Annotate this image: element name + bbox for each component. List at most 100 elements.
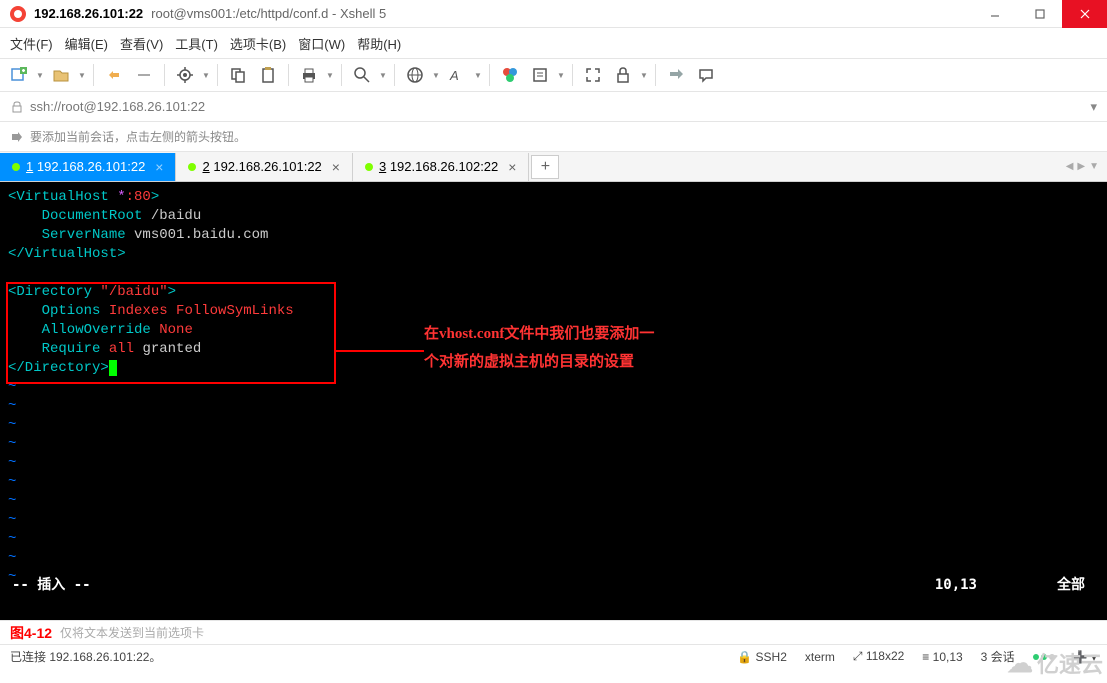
code: Indexes FollowSymLinks <box>109 303 294 319</box>
tab-menu-icon[interactable]: ▼ <box>1089 161 1099 172</box>
copy-icon[interactable] <box>225 62 251 88</box>
menubar: 文件(F) 编辑(E) 查看(V) 工具(T) 选项卡(B) 窗口(W) 帮助(… <box>0 28 1107 58</box>
title-path: root@vms001:/etc/httpd/conf.d - Xshell 5 <box>151 6 386 21</box>
code: > <box>168 284 176 300</box>
tilde: ~ <box>8 398 16 414</box>
tab-num: 1 <box>26 159 33 174</box>
address-dropdown-icon[interactable]: ▾ <box>1090 99 1097 115</box>
menu-help[interactable]: 帮助(H) <box>357 34 401 53</box>
dropdown-icon[interactable]: ▼ <box>474 71 482 80</box>
status-dot-icon <box>12 163 20 171</box>
code: <Directory <box>8 284 100 300</box>
address-text[interactable]: ssh://root@192.168.26.101:22 <box>30 99 205 114</box>
vim-status: -- 插入 -- 10,13 全部 <box>0 576 1107 596</box>
annotation-line: 个对新的虚拟主机的目录的设置 <box>424 348 654 376</box>
color-icon[interactable] <box>497 62 523 88</box>
tab-label: 192.168.26.102:22 <box>390 159 498 174</box>
tab-label: 192.168.26.101:22 <box>37 159 145 174</box>
status-dot-icon <box>365 163 373 171</box>
hint-text: 要添加当前会话，点击左侧的箭头按钮。 <box>30 128 246 145</box>
dropdown-icon[interactable]: ▼ <box>432 71 440 80</box>
code: </VirtualHost> <box>8 246 126 262</box>
annotation-text: 在vhost.conf文件中我们也要添加一 个对新的虚拟主机的目录的设置 <box>424 320 654 376</box>
tab-close-icon[interactable]: × <box>508 159 516 175</box>
dropdown-icon[interactable]: ▼ <box>640 71 648 80</box>
menu-tools[interactable]: 工具(T) <box>175 34 218 53</box>
open-session-icon[interactable] <box>48 62 74 88</box>
menu-window[interactable]: 窗口(W) <box>298 34 345 53</box>
cursor <box>109 360 117 376</box>
tab-prev-icon[interactable]: ◀ <box>1066 161 1074 172</box>
tilde: ~ <box>8 550 16 566</box>
tab-1[interactable]: 1 192.168.26.101:22 × <box>0 153 176 181</box>
tab-next-icon[interactable]: ▶ <box>1077 161 1085 172</box>
code: <VirtualHost <box>8 189 117 205</box>
tab-2[interactable]: 2 192.168.26.101:22 × <box>176 153 352 181</box>
tilde: ~ <box>8 436 16 452</box>
status-sessions: 3 会话 <box>981 648 1015 665</box>
status-term: xterm <box>805 650 835 664</box>
compose-hint[interactable]: 仅将文本发送到当前选项卡 <box>60 624 204 641</box>
dropdown-icon[interactable]: ▼ <box>36 71 44 80</box>
status-size: ⤢ 118x22 <box>853 649 904 664</box>
script-icon[interactable] <box>527 62 553 88</box>
chat-icon[interactable] <box>693 62 719 88</box>
vim-all: 全部 <box>1057 576 1085 596</box>
hint-icon <box>10 130 24 144</box>
code: :80 <box>126 189 151 205</box>
minimize-button[interactable] <box>972 0 1017 28</box>
tab-3[interactable]: 3 192.168.26.102:22 × <box>353 153 529 181</box>
code: Require <box>8 341 109 357</box>
tab-close-icon[interactable]: × <box>155 159 163 175</box>
annotation-line: 在vhost.conf文件中我们也要添加一 <box>424 320 654 348</box>
fullscreen-icon[interactable] <box>580 62 606 88</box>
new-session-icon[interactable] <box>6 62 32 88</box>
print-icon[interactable] <box>296 62 322 88</box>
dropdown-icon[interactable]: ▼ <box>379 71 387 80</box>
statusbar: 已连接 192.168.26.101:22。 🔒 SSH2 xterm ⤢ 11… <box>0 644 1107 668</box>
transfer-icon[interactable] <box>663 62 689 88</box>
code: DocumentRoot <box>8 208 151 224</box>
tab-label: 192.168.26.101:22 <box>213 159 321 174</box>
tilde: ~ <box>8 531 16 547</box>
menu-view[interactable]: 查看(V) <box>120 34 163 53</box>
dropdown-icon[interactable]: ▼ <box>78 71 86 80</box>
tab-close-icon[interactable]: × <box>332 159 340 175</box>
app-icon <box>10 6 26 22</box>
tab-add-button[interactable]: + <box>531 155 559 179</box>
code: granted <box>134 341 201 357</box>
tilde: ~ <box>8 474 16 490</box>
tilde: ~ <box>8 493 16 509</box>
code: </Directory> <box>8 360 109 376</box>
reconnect-icon[interactable] <box>101 62 127 88</box>
toolbar: ▼ ▼ ▼ ▼ ▼ ▼ A ▼ ▼ ▼ <box>0 58 1107 92</box>
close-button[interactable] <box>1062 0 1107 28</box>
footer-compose: 图4-12 仅将文本发送到当前选项卡 <box>0 620 1107 644</box>
status-dot-icon <box>188 163 196 171</box>
tab-num: 3 <box>379 159 386 174</box>
encoding-icon[interactable] <box>402 62 428 88</box>
dropdown-icon[interactable]: ▼ <box>202 71 210 80</box>
code: all <box>109 341 134 357</box>
code: None <box>159 322 193 338</box>
menu-tabs[interactable]: 选项卡(B) <box>230 34 286 53</box>
menu-edit[interactable]: 编辑(E) <box>65 34 108 53</box>
disconnect-icon[interactable] <box>131 62 157 88</box>
tab-nav: ◀ ▶ ▼ <box>1066 161 1107 172</box>
tilde: ~ <box>8 512 16 528</box>
terminal[interactable]: <VirtualHost *:80> DocumentRoot /baidu S… <box>0 182 1107 620</box>
paste-icon[interactable] <box>255 62 281 88</box>
maximize-button[interactable] <box>1017 0 1062 28</box>
dropdown-icon[interactable]: ▼ <box>557 71 565 80</box>
status-indicator-icon <box>1033 654 1055 660</box>
dropdown-icon[interactable]: ▼ <box>326 71 334 80</box>
lock-icon[interactable] <box>610 62 636 88</box>
search-icon[interactable] <box>349 62 375 88</box>
status-menu-icon[interactable]: ➕ ▾ <box>1073 650 1097 664</box>
properties-icon[interactable] <box>172 62 198 88</box>
tabbar: 1 192.168.26.101:22 × 2 192.168.26.101:2… <box>0 152 1107 182</box>
code: "/baidu" <box>100 284 167 300</box>
title-host: 192.168.26.101:22 <box>34 6 143 21</box>
font-icon[interactable]: A <box>444 62 470 88</box>
menu-file[interactable]: 文件(F) <box>10 34 53 53</box>
